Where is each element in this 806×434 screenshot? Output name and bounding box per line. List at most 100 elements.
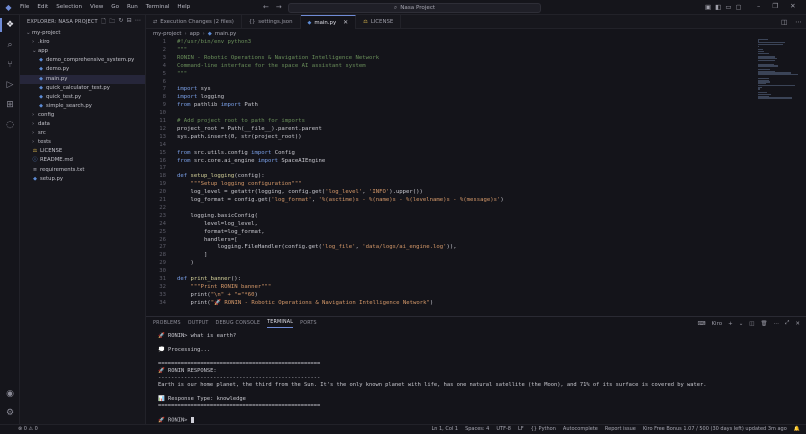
line-number: 18 [159,173,166,180]
toggle-secondary-sidebar-icon[interactable]: ▭ [725,3,731,11]
code-line: 4 Command-line interface for the space AI… [146,63,366,71]
tree-item[interactable]: › src [20,129,145,138]
line-number: 22 [159,204,166,211]
tree-item[interactable]: ◆ demo_comprehensive_system.py [20,56,145,65]
menu-file[interactable]: File [20,4,29,10]
breadcrumb-folder[interactable]: app [190,31,200,37]
new-terminal-icon[interactable]: + [728,321,733,327]
minimize-icon[interactable]: – [757,2,760,10]
panel-tab-terminal[interactable]: TERMINAL [267,320,294,328]
tree-item[interactable]: ◆ main.py [20,74,145,84]
python-file-icon: ◆ [207,31,212,37]
usage-status[interactable]: Kiro Free Bonus 1.07 / 500 (30 days left… [643,426,787,432]
code-token: 'INFO' [368,189,390,196]
tree-item[interactable]: ⌄ app [20,47,145,56]
panel-tab-output[interactable]: OUTPUT [188,321,209,326]
toggle-primary-sidebar-icon[interactable]: ▣ [705,3,711,11]
autocomplete-status[interactable]: Autocomplete [563,426,598,432]
breadcrumb-project[interactable]: my-project [153,31,182,37]
toggle-panel-icon[interactable]: ◧ [715,3,721,11]
python-file-icon: ◆ [33,175,37,182]
terminal-dropdown-icon[interactable]: ⌄ [739,321,744,327]
tree-item[interactable]: › .kiro [20,38,145,47]
kiro-icon[interactable]: ❖ [4,19,16,31]
code-token: logging [197,94,225,101]
terminal-shell-label[interactable]: Kiro [711,321,722,327]
menu-edit[interactable]: Edit [37,4,48,10]
back-arrow-icon[interactable]: ← [263,3,269,11]
source-control-icon[interactable]: ⑂ [4,59,16,71]
tree-item[interactable]: › config [20,111,145,120]
tree-item[interactable]: ≡ requirements.txt [20,166,145,175]
collapse-all-icon[interactable]: ⊟ [127,17,132,27]
menu-selection[interactable]: Selection [56,4,82,10]
remote-icon[interactable]: ◌ [4,119,16,131]
close-tab-icon[interactable]: ✕ [343,19,348,26]
editor-more-icon[interactable]: ⋯ [795,18,802,26]
minimap-line [758,59,775,62]
tree-item[interactable]: ◆ setup.py [20,175,145,184]
explorer-sidebar: EXPLORER: NASA PROJECT 🗋 🗀 ↻ ⊟ ⋯ ⌄ my-pro… [20,15,146,424]
explorer-search-icon[interactable]: ⌕ [4,39,16,51]
menu-view[interactable]: View [90,4,103,10]
tree-item[interactable]: ⚖ LICENSE [20,147,145,156]
tree-item[interactable]: ◆ simple_search.py [20,102,145,111]
tree-item[interactable]: ◆ quick_calculator_test.py [20,84,145,93]
more-actions-icon[interactable]: ⋯ [135,17,141,27]
menu-run[interactable]: Run [127,4,138,10]
code-token: def [177,276,188,282]
tab-main-py[interactable]: ◆ main.py ✕ [300,15,357,29]
menu-go[interactable]: Go [111,4,119,10]
indentation[interactable]: Spaces: 4 [465,426,489,432]
panel-tab-ports[interactable]: PORTS [300,321,317,326]
split-editor-icon[interactable]: ◫ [781,18,787,26]
report-issue[interactable]: Report issue [605,426,636,432]
tree-item[interactable]: ◆ quick_test.py [20,93,145,102]
maximize-icon[interactable]: ❐ [772,2,778,10]
tree-item[interactable]: ⓘ README.md [20,156,145,165]
tree-item[interactable]: ◆ demo.py [20,65,145,74]
command-search-box[interactable]: ⌕ Nasa Project [288,3,541,13]
settings-gear-icon[interactable]: ⚙ [4,407,16,419]
tab-license[interactable]: ⚖ LICENSE [356,15,402,29]
close-panel-icon[interactable]: ✕ [795,321,800,327]
language-mode[interactable]: {} Python [531,426,556,432]
breadcrumb-file[interactable]: main.py [215,31,236,37]
refresh-icon[interactable]: ↻ [118,17,123,27]
extensions-icon[interactable]: ⊞ [4,99,16,111]
end-of-line[interactable]: LF [518,426,524,432]
menu-terminal[interactable]: Terminal [146,4,170,10]
panel-tab-debug-console[interactable]: DEBUG CONSOLE [216,321,261,326]
code-token: format=log_format, [177,228,265,235]
split-terminal-icon[interactable]: ◫ [749,321,754,327]
problems-count[interactable]: ⊗ 0 ⚠ 0 [18,426,38,432]
title-bar: ◆ File Edit Selection View Go Run Termin… [0,0,806,15]
tab-label: main.py [314,19,337,26]
cursor-position[interactable]: Ln 1, Col 1 [431,426,458,432]
panel-more-icon[interactable]: ⋯ [773,321,779,327]
new-folder-icon[interactable]: 🗀 [109,17,115,27]
maximize-panel-icon[interactable]: ⤢ [785,320,789,327]
encoding[interactable]: UTF-8 [496,426,511,432]
close-window-icon[interactable]: ✕ [790,2,795,10]
tree-item[interactable]: › data [20,120,145,129]
account-icon[interactable]: ◉ [4,388,16,400]
minimap[interactable] [758,38,798,100]
customize-layout-icon[interactable]: ▢ [735,3,741,11]
tab-settings-json[interactable]: {} settings.json [242,15,301,29]
line-number: 2 [162,46,166,53]
terminal-shell-icon[interactable]: ⌨ [697,321,705,327]
tab-execution-changes-2-files-[interactable]: ⇄ Execution Changes (2 files) [146,15,242,29]
tree-item[interactable]: › tests [20,138,145,147]
forward-arrow-icon[interactable]: → [276,3,282,11]
tree-item-label: LICENSE [40,148,63,155]
kill-terminal-icon[interactable]: 🗑 [761,321,768,327]
menu-help[interactable]: Help [177,4,190,10]
tree-item[interactable]: ⌄ my-project [20,29,145,38]
code-token: import [257,157,279,164]
code-editor[interactable]: 1 #!/usr/bin/env python3 2 """ 3 RONIN - Robo… [146,38,806,314]
panel-tab-problems[interactable]: PROBLEMS [153,321,181,326]
new-file-icon[interactable]: 🗋 [101,17,106,27]
run-debug-icon[interactable]: ▷ [4,79,16,91]
notifications-bell-icon[interactable]: 🔔 [794,426,800,432]
